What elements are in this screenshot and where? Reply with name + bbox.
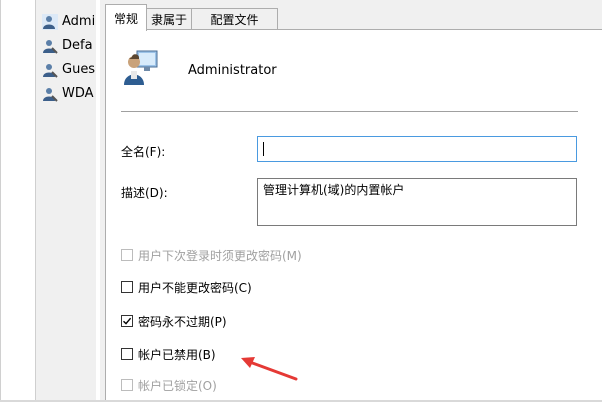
description-value: 管理计算机(域)的内置帐户 bbox=[263, 183, 405, 197]
account-disabled-label: 帐户已禁用(B) bbox=[138, 347, 216, 362]
description-label: 描述(D): bbox=[121, 186, 168, 200]
checkmark-icon bbox=[123, 317, 132, 325]
separator bbox=[121, 111, 578, 112]
user-list-gap bbox=[36, 0, 96, 400]
list-item-label: Defa bbox=[62, 38, 93, 53]
user-icon bbox=[43, 64, 58, 78]
user-icon bbox=[43, 40, 58, 54]
list-item[interactable]: Gues bbox=[0, 61, 95, 79]
cannot-change-password-label: 用户不能更改密码(C) bbox=[138, 280, 252, 295]
tab-label: 配置文件 bbox=[210, 12, 259, 27]
account-name: Administrator bbox=[188, 63, 277, 78]
list-item-label: WDA bbox=[62, 86, 94, 101]
tab-profile[interactable]: 配置文件 bbox=[191, 8, 278, 29]
tab-strip: 常规 隶属于 配置文件 bbox=[100, 0, 602, 31]
list-item[interactable]: Admi bbox=[0, 13, 95, 31]
password-never-expires-option[interactable]: 密码永不过期(P) bbox=[121, 313, 227, 329]
list-item[interactable]: Defa bbox=[0, 37, 93, 55]
must-change-password-option[interactable]: 用户下次登录时须更改密码(M) bbox=[121, 247, 302, 263]
text-caret bbox=[263, 142, 264, 156]
tab-label: 常规 bbox=[113, 11, 138, 26]
password-never-expires-checkbox[interactable] bbox=[121, 315, 133, 327]
user-list: Admi Defa Gues WDA bbox=[0, 0, 96, 400]
full-name-field[interactable] bbox=[257, 136, 577, 162]
user-list-border bbox=[35, 0, 36, 400]
must-change-password-label: 用户下次登录时须更改密码(M) bbox=[138, 248, 302, 263]
cannot-change-password-checkbox[interactable] bbox=[121, 281, 133, 293]
user-icon bbox=[43, 88, 58, 102]
must-change-password-checkbox[interactable] bbox=[121, 249, 133, 261]
general-tab-panel: Administrator 全名(F): 描述(D): 管理计算机(域)的内置帐… bbox=[105, 29, 602, 401]
password-never-expires-label: 密码永不过期(P) bbox=[138, 314, 227, 329]
account-disabled-option[interactable]: 帐户已禁用(B) bbox=[121, 346, 216, 362]
account-disabled-checkbox[interactable] bbox=[121, 348, 133, 360]
list-item-label: Admi bbox=[62, 14, 96, 29]
description-field[interactable]: 管理计算机(域)的内置帐户 bbox=[257, 178, 577, 226]
tab-member-of[interactable]: 隶属于 bbox=[145, 8, 193, 29]
tab-label: 隶属于 bbox=[150, 12, 187, 27]
list-item-label: Gues bbox=[62, 62, 96, 77]
account-locked-label: 帐户已锁定(O) bbox=[138, 378, 217, 393]
user-icon bbox=[42, 14, 58, 30]
full-name-label: 全名(F): bbox=[121, 145, 166, 159]
properties-dialog: 常规 隶属于 配置文件 Administrator 全名(F): 描述(D): … bbox=[100, 0, 602, 401]
list-item[interactable]: WDA bbox=[0, 85, 94, 103]
cannot-change-password-option[interactable]: 用户不能更改密码(C) bbox=[121, 279, 252, 295]
annotation-arrow-icon bbox=[241, 357, 298, 381]
tab-general[interactable]: 常规 bbox=[105, 4, 147, 31]
user-list-pane bbox=[1, 0, 35, 400]
account-locked-checkbox[interactable] bbox=[121, 379, 133, 391]
account-locked-option[interactable]: 帐户已锁定(O) bbox=[121, 377, 217, 393]
user-account-icon bbox=[124, 50, 158, 85]
